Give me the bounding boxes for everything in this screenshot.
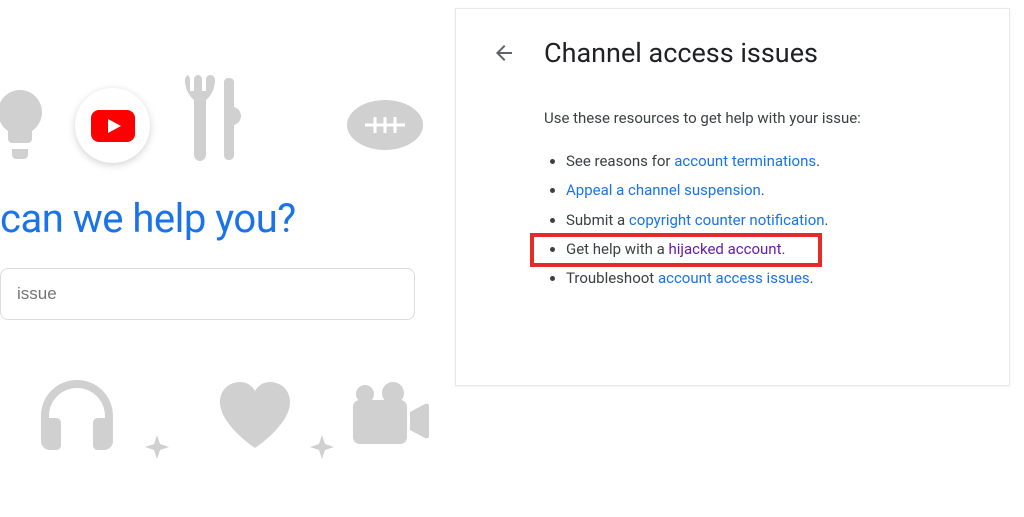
resource-item: Get help with a hijacked account. [566,235,973,264]
resource-link[interactable]: hijacked account [669,240,782,258]
resource-item: See reasons for account terminations. [566,147,973,176]
lightbulb-icon [0,85,50,165]
football-icon [345,95,425,155]
panel-header: Channel access issues [492,37,973,69]
youtube-logo-chip [75,88,150,163]
panel-intro-text: Use these resources to get help with you… [544,109,973,127]
tools-icon [170,70,250,170]
videocamera-icon [345,375,430,455]
resource-link[interactable]: account terminations [674,152,816,170]
heart-icon [215,380,295,450]
resource-list: See reasons for account terminations.App… [544,147,973,293]
resource-item: Appeal a channel suspension. [566,176,973,205]
resource-item: Troubleshoot account access issues. [566,264,973,293]
sparkle-icon [145,435,170,460]
back-arrow-icon[interactable] [492,41,516,65]
youtube-icon [91,110,135,142]
panel-title: Channel access issues [544,37,818,69]
search-input[interactable] [0,268,415,320]
resource-item: Submit a copyright counter notification. [566,206,973,235]
resource-link[interactable]: Appeal a channel suspension [566,181,761,199]
resource-link[interactable]: copyright counter notification [629,211,825,229]
page-headline: can we help you? [0,195,296,242]
headphones-icon [35,375,120,460]
resource-link[interactable]: account access issues [658,269,810,287]
help-panel: Channel access issues Use these resource… [455,8,1010,386]
sparkle-icon [310,435,335,460]
